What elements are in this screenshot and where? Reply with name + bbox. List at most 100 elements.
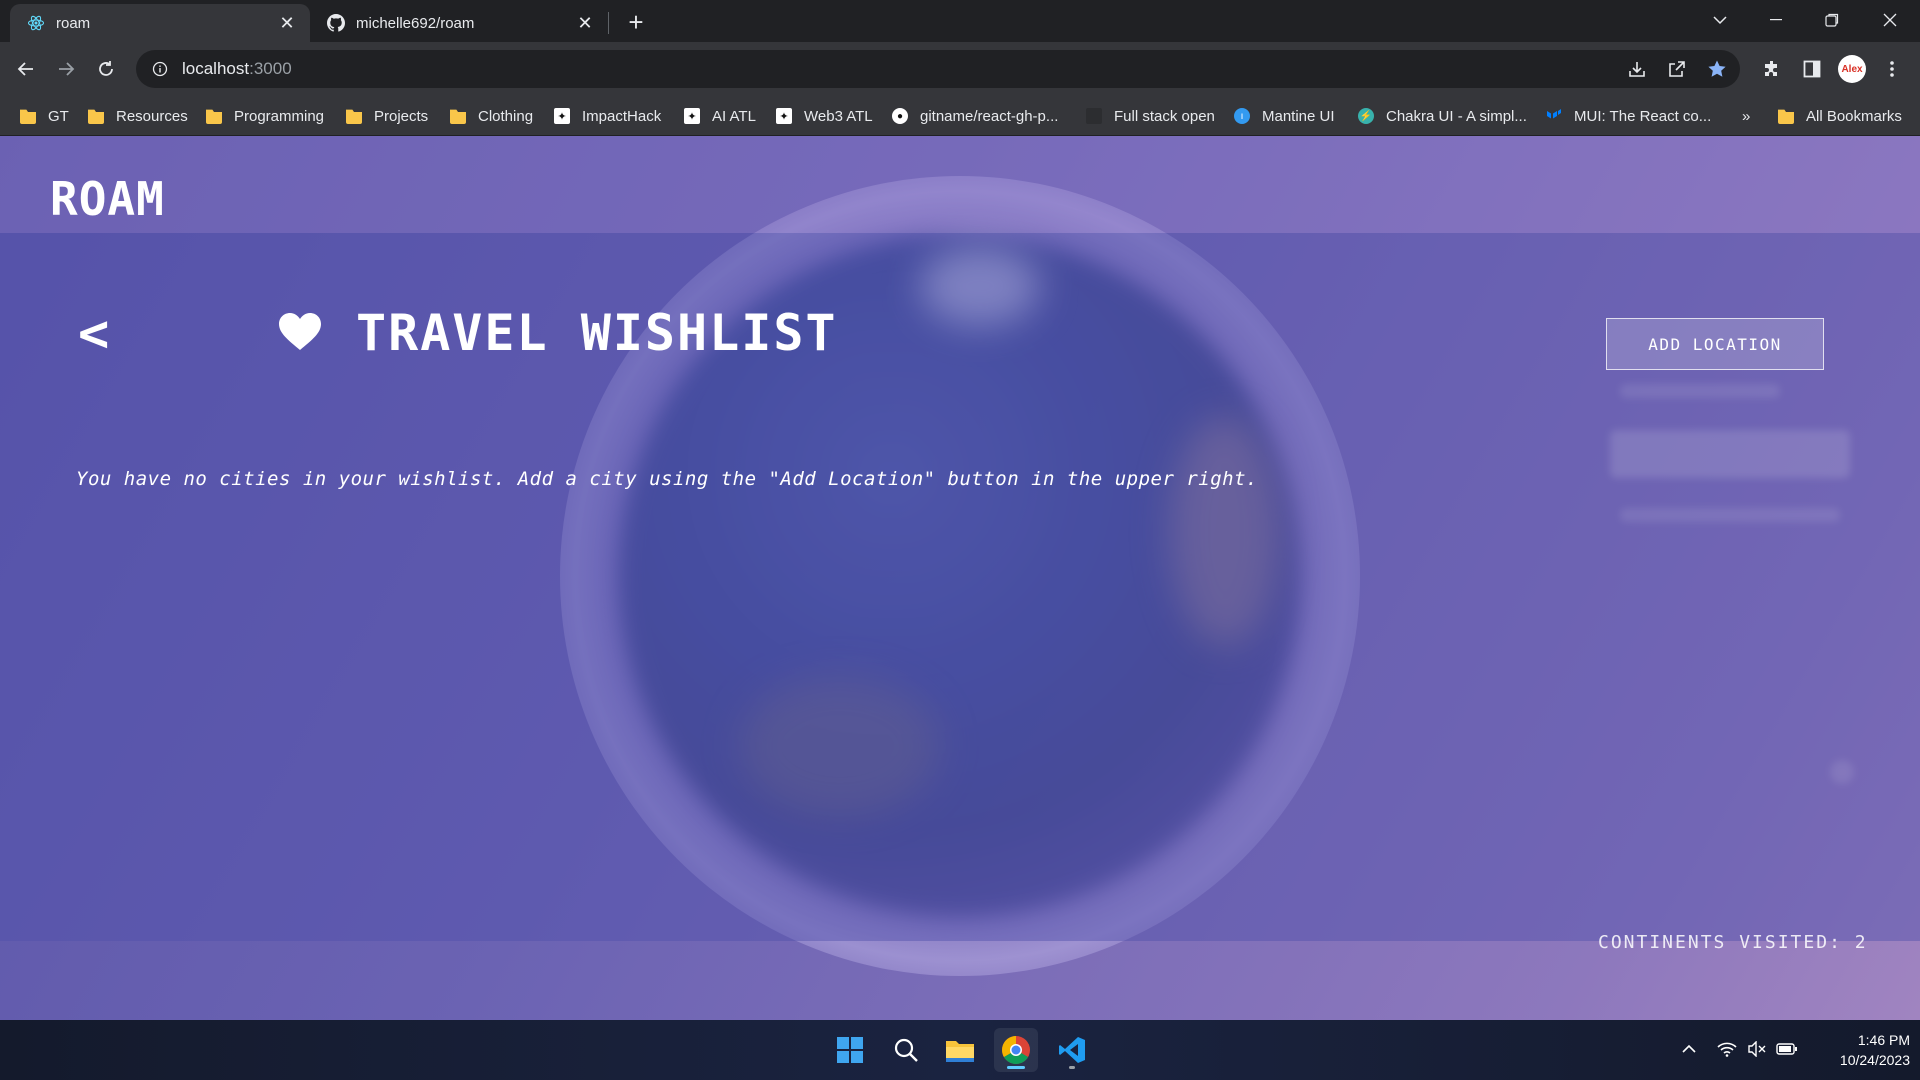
back-button[interactable]: <	[78, 304, 109, 364]
tab-roam[interactable]: roam ✕	[10, 4, 310, 42]
ghost-text	[1620, 508, 1840, 522]
system-clock[interactable]: 1:46 PM 10/24/2023	[1810, 1030, 1910, 1070]
ghost-input	[1610, 430, 1850, 478]
folder-icon	[206, 109, 222, 124]
page-icon	[1086, 108, 1102, 124]
sparkle-icon: ✦	[776, 108, 792, 124]
show-hidden-icons-icon[interactable]	[1676, 1034, 1702, 1064]
battery-icon[interactable]	[1774, 1034, 1800, 1064]
bookmark-web3-atl[interactable]: ✦ Web3 ATL	[776, 104, 873, 128]
bookmark-label: Resources	[116, 107, 188, 125]
side-panel-icon[interactable]	[1794, 51, 1830, 87]
bookmark-label: AI ATL	[712, 107, 756, 125]
restore-icon[interactable]	[1804, 0, 1860, 40]
folder-icon	[88, 109, 104, 124]
app-header	[0, 136, 1920, 233]
mantine-icon: ı	[1234, 108, 1250, 124]
folder-icon	[346, 109, 362, 124]
url-text: localhost:3000	[182, 59, 292, 79]
wifi-icon[interactable]	[1714, 1034, 1740, 1064]
close-tab-icon[interactable]: ✕	[276, 12, 298, 34]
sparkle-icon: ✦	[554, 108, 570, 124]
windows-start-icon[interactable]	[828, 1028, 872, 1072]
search-icon[interactable]	[884, 1028, 928, 1072]
url-host: localhost	[182, 59, 250, 78]
bookmark-label: Projects	[374, 107, 429, 125]
browser-toolbar: localhost:3000 Alex	[0, 42, 1920, 96]
bookmark-ai-atl[interactable]: ✦ AI ATL	[684, 104, 756, 128]
file-explorer-icon[interactable]	[938, 1028, 982, 1072]
bookmark-resources[interactable]: Resources	[88, 104, 188, 128]
url-port: :3000	[249, 59, 292, 78]
bookmark-star-icon[interactable]	[1704, 56, 1730, 82]
tab-title: roam	[56, 14, 91, 32]
new-tab-button[interactable]: +	[622, 7, 650, 37]
active-app-indicator	[1007, 1066, 1025, 1069]
bookmarks-overflow-button[interactable]: »	[1742, 104, 1750, 128]
tab-separator	[608, 12, 609, 34]
bookmark-label: All Bookmarks	[1806, 107, 1902, 125]
address-bar[interactable]: localhost:3000	[136, 50, 1740, 88]
bookmark-label: GT	[48, 107, 69, 125]
bookmark-label: Mantine UI	[1262, 107, 1335, 125]
heart-icon	[279, 313, 321, 350]
overflow-chevron-icon: »	[1742, 107, 1751, 125]
clock-time: 1:46 PM	[1857, 1032, 1910, 1048]
app-page: ROAM < TRAVEL WISHLIST ADD LOCATION You …	[0, 136, 1920, 1020]
bookmark-impacthack[interactable]: ✦ ImpactHack	[554, 104, 661, 128]
chakra-icon: ⚡	[1358, 108, 1374, 124]
github-icon: ●	[892, 108, 908, 124]
tab-strip: roam ✕ michelle692/roam ✕ +	[0, 0, 1920, 42]
tab-title: michelle692/roam	[356, 14, 475, 32]
chrome-icon[interactable]	[994, 1028, 1038, 1072]
bookmark-label: Web3 ATL	[804, 107, 873, 125]
extensions-icon[interactable]	[1754, 51, 1790, 87]
folder-icon	[20, 109, 36, 124]
running-app-indicator	[1069, 1066, 1075, 1069]
site-info-icon[interactable]	[150, 59, 170, 79]
window-close-icon[interactable]	[1862, 0, 1918, 40]
forward-arrow-icon[interactable]	[48, 51, 84, 87]
back-arrow-icon[interactable]	[8, 51, 44, 87]
bookmark-fullstack[interactable]: Full stack open	[1086, 104, 1215, 128]
react-icon	[26, 13, 46, 33]
ghost-icon	[1830, 760, 1854, 784]
vscode-icon[interactable]	[1050, 1028, 1094, 1072]
tab-search-icon[interactable]	[1692, 0, 1748, 40]
add-location-button[interactable]: ADD LOCATION	[1606, 318, 1824, 370]
share-icon[interactable]	[1664, 56, 1690, 82]
bookmark-chakra[interactable]: ⚡ Chakra UI - A simpl...	[1358, 104, 1527, 128]
page-title: TRAVEL WISHLIST	[356, 304, 838, 362]
avatar: Alex	[1838, 55, 1866, 83]
close-tab-icon[interactable]: ✕	[574, 12, 596, 34]
app-logo[interactable]: ROAM	[50, 172, 165, 226]
minimize-icon[interactable]	[1748, 0, 1804, 40]
bookmark-label: MUI: The React co...	[1574, 107, 1712, 125]
clock-date: 10/24/2023	[1839, 1052, 1910, 1068]
empty-wishlist-message: You have no cities in your wishlist. Add…	[76, 468, 1258, 490]
bookmark-mantine[interactable]: ı Mantine UI	[1234, 104, 1335, 128]
bookmark-gt[interactable]: GT	[20, 104, 69, 128]
bookmark-clothing[interactable]: Clothing	[450, 104, 533, 128]
bookmark-programming[interactable]: Programming	[206, 104, 324, 128]
github-icon	[326, 13, 346, 33]
all-bookmarks-folder[interactable]: All Bookmarks	[1778, 104, 1902, 128]
mui-icon	[1546, 108, 1562, 124]
profile-avatar[interactable]: Alex	[1834, 51, 1870, 87]
folder-icon	[1778, 109, 1794, 124]
bookmark-label: ImpactHack	[582, 107, 662, 125]
reload-icon[interactable]	[88, 51, 124, 87]
chrome-menu-icon[interactable]	[1874, 51, 1910, 87]
bookmark-gitname[interactable]: ● gitname/react-gh-p...	[892, 104, 1058, 128]
bookmark-label: Chakra UI - A simpl...	[1386, 107, 1527, 125]
install-app-icon[interactable]	[1624, 56, 1650, 82]
bookmark-label: gitname/react-gh-p...	[920, 107, 1059, 125]
bookmark-projects[interactable]: Projects	[346, 104, 428, 128]
folder-icon	[450, 109, 466, 124]
tab-github[interactable]: michelle692/roam ✕	[310, 4, 608, 42]
volume-muted-icon[interactable]	[1744, 1034, 1770, 1064]
ghost-text	[1620, 384, 1780, 398]
sparkle-icon: ✦	[684, 108, 700, 124]
continents-visited-stat: CONTINENTS VISITED: 2	[1598, 932, 1868, 953]
bookmark-mui[interactable]: MUI: The React co...	[1546, 104, 1711, 128]
